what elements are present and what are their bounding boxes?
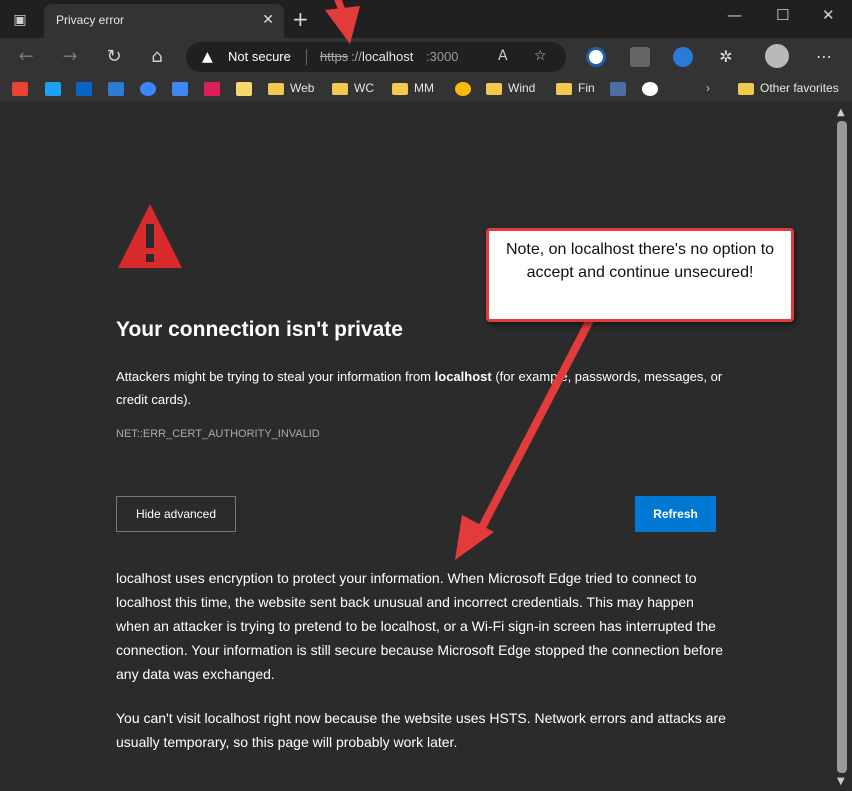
slack-icon[interactable] [204, 81, 226, 96]
url-host: localhost [362, 49, 414, 64]
not-secure-label[interactable]: Not secure [228, 49, 291, 64]
translate-icon[interactable] [172, 81, 194, 96]
intro-text: Attackers might be trying to steal your … [116, 369, 723, 407]
url-port: :3000 [426, 49, 459, 64]
details-text: localhost uses encryption to protect you… [116, 570, 724, 682]
tab-title: Privacy error [56, 13, 125, 27]
hide-advanced-button[interactable]: Hide advanced [116, 496, 236, 532]
minimize-icon[interactable]: — [727, 6, 742, 24]
scrollbar[interactable]: ▲ ▼ [833, 103, 852, 791]
outlook-icon[interactable] [76, 81, 98, 96]
close-tab-icon[interactable]: ✕ [262, 12, 274, 28]
more-options-icon[interactable]: ⋯ [814, 47, 834, 67]
favorite-folder-web[interactable]: Web [268, 81, 314, 95]
close-window-icon[interactable]: ✕ [822, 6, 835, 24]
extensions-icon[interactable]: ✲ [716, 47, 736, 67]
scroll-down-icon[interactable]: ▼ [837, 776, 845, 787]
favorite-folder-fin[interactable]: Fin [556, 81, 595, 95]
scroll-thumb[interactable] [837, 121, 847, 773]
read-aloud-icon[interactable]: A [498, 48, 508, 64]
twitter-icon[interactable] [45, 81, 67, 96]
people-icon[interactable] [140, 81, 162, 96]
annotation-callout: Note, on localhost there's no option to … [486, 228, 794, 322]
extension-2-icon[interactable] [630, 47, 650, 67]
favorite-folder-mm[interactable]: MM [392, 81, 434, 95]
favorite-folder-wind[interactable]: Wind [486, 81, 535, 95]
refresh-icon[interactable]: ↻ [102, 45, 126, 69]
error-code: NET::ERR_CERT_AUTHORITY_INVALID [116, 428, 320, 440]
add-favorite-icon[interactable]: ☆ [534, 48, 547, 64]
intro-host: localhost [434, 369, 492, 384]
page-title: Your connection isn't private [116, 318, 403, 341]
scroll-up-icon[interactable]: ▲ [837, 107, 845, 118]
url-scheme: https [320, 49, 349, 64]
tab-actions-icon[interactable]: ▣ [10, 10, 30, 30]
address-divider [306, 49, 307, 65]
new-tab-icon[interactable]: + [292, 7, 309, 31]
favorites-bar: Web WC MM Wind Fin › Other favorites [0, 76, 852, 103]
github-icon[interactable] [642, 81, 664, 96]
warning-icon[interactable]: ▲ [202, 49, 213, 65]
maximize-icon[interactable]: ☐ [776, 6, 789, 24]
list-icon[interactable] [610, 81, 632, 96]
calendar-icon[interactable] [108, 81, 130, 96]
other-favorites[interactable]: Other favorites [738, 81, 839, 95]
home-icon[interactable]: ⌂ [145, 45, 169, 69]
hsts-text: You can't visit localhost right now beca… [116, 710, 726, 750]
gmail-icon[interactable] [12, 81, 34, 96]
extension-1-icon[interactable] [586, 47, 606, 67]
chevron-right-icon[interactable]: › [706, 81, 710, 95]
notes-icon[interactable] [236, 81, 258, 96]
active-tab[interactable]: Privacy error ✕ [44, 4, 284, 38]
favorite-folder-wc[interactable]: WC [332, 81, 374, 95]
back-icon[interactable]: ← [14, 45, 38, 69]
url-separator: :// [351, 49, 362, 64]
address-bar[interactable]: ▲ Not secure https :// localhost :3000 A… [186, 42, 566, 72]
refresh-button[interactable]: Refresh [635, 496, 716, 532]
annotation-note: Note, on localhost there's no option to … [505, 241, 775, 281]
title-bar: ▣ Privacy error ✕ + — ☐ ✕ [0, 0, 852, 38]
extension-3-icon[interactable] [673, 47, 693, 67]
profile-avatar[interactable] [765, 44, 789, 68]
forward-icon[interactable]: → [58, 45, 82, 69]
chrome-icon[interactable] [455, 81, 477, 96]
warning-triangle-icon [118, 204, 182, 268]
